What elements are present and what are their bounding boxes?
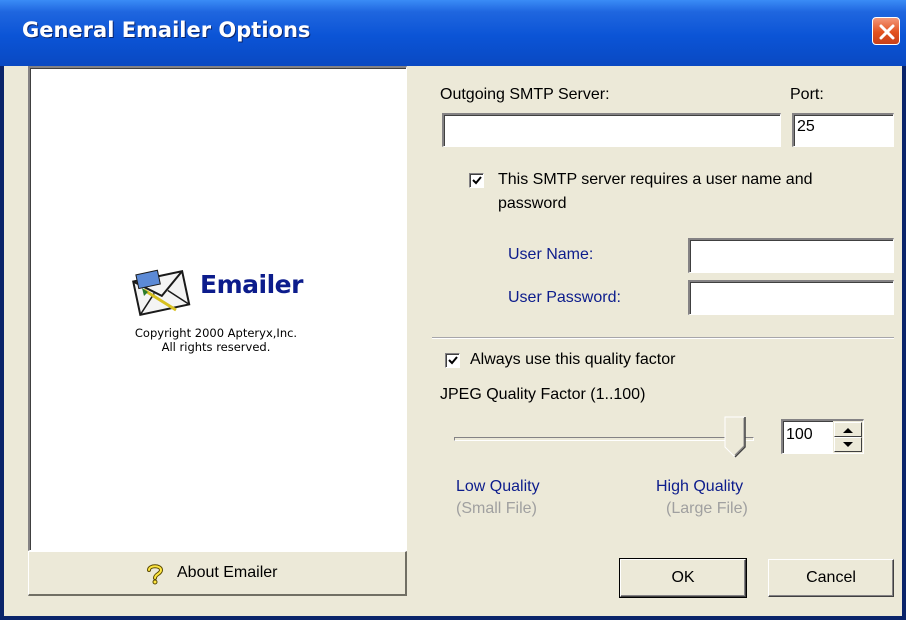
close-button[interactable] <box>872 17 900 45</box>
high-quality-sublabel: (Large File) <box>666 500 748 517</box>
close-icon <box>879 24 895 40</box>
app-name: Emailer <box>200 270 303 299</box>
username-input[interactable] <box>688 238 894 273</box>
checkmark-icon <box>472 176 482 185</box>
smtp-auth-label-line-2[interactable]: password <box>498 195 566 213</box>
password-label: User Password: <box>508 289 621 306</box>
app-logo: Emailer <box>130 266 310 316</box>
smtp-server-label: Outgoing SMTP Server: <box>440 86 610 103</box>
jpeg-quality-label: JPEG Quality Factor (1..100) <box>440 386 646 403</box>
quality-value-input[interactable]: 100 <box>781 419 833 454</box>
spinner-buttons <box>833 419 864 454</box>
low-quality-label: Low Quality <box>456 478 540 495</box>
username-label: User Name: <box>508 246 594 263</box>
help-question-icon <box>147 564 164 585</box>
about-button-label: About Emailer <box>177 564 278 581</box>
always-use-quality-label[interactable]: Always use this quality factor <box>470 351 675 369</box>
dialog-body: Emailer Copyright 2000 Apteryx,Inc. All … <box>4 66 902 616</box>
low-quality-sublabel: (Small File) <box>456 500 537 517</box>
password-input[interactable] <box>688 280 894 315</box>
smtp-server-input[interactable] <box>442 113 781 147</box>
about-emailer-button[interactable]: About Emailer <box>28 551 407 596</box>
quality-slider-track[interactable] <box>454 437 754 441</box>
envelope-icon <box>132 269 191 316</box>
spinner-up-button[interactable] <box>834 422 862 437</box>
section-divider <box>432 337 894 339</box>
smtp-auth-checkbox[interactable] <box>469 173 484 188</box>
always-use-quality-checkbox[interactable] <box>445 353 460 368</box>
window-title: General Emailer Options <box>22 18 311 42</box>
spinner-down-button[interactable] <box>834 437 862 452</box>
smtp-auth-label-line-1[interactable]: This SMTP server requires a user name an… <box>498 171 813 189</box>
port-input[interactable]: 25 <box>792 113 894 147</box>
dialog-window: General Emailer Options Emailer Copyrigh… <box>0 0 906 620</box>
port-label: Port: <box>790 86 824 103</box>
ok-button[interactable]: OK <box>619 558 747 598</box>
title-bar[interactable]: General Emailer Options <box>0 0 906 66</box>
checkmark-icon <box>448 356 458 365</box>
high-quality-label: High Quality <box>656 478 744 495</box>
copyright-line-1: Copyright 2000 Apteryx,Inc. <box>134 326 298 340</box>
logo-panel: Emailer Copyright 2000 Apteryx,Inc. All … <box>28 66 407 551</box>
arrow-down-icon <box>843 442 853 447</box>
quality-spinner[interactable]: 100 <box>781 419 864 454</box>
arrow-up-icon <box>843 428 853 433</box>
copyright-text: Copyright 2000 Apteryx,Inc. All rights r… <box>30 326 402 354</box>
cancel-button[interactable]: Cancel <box>768 559 894 597</box>
copyright-line-2: All rights reserved. <box>161 340 271 354</box>
quality-slider-thumb[interactable] <box>724 416 746 458</box>
